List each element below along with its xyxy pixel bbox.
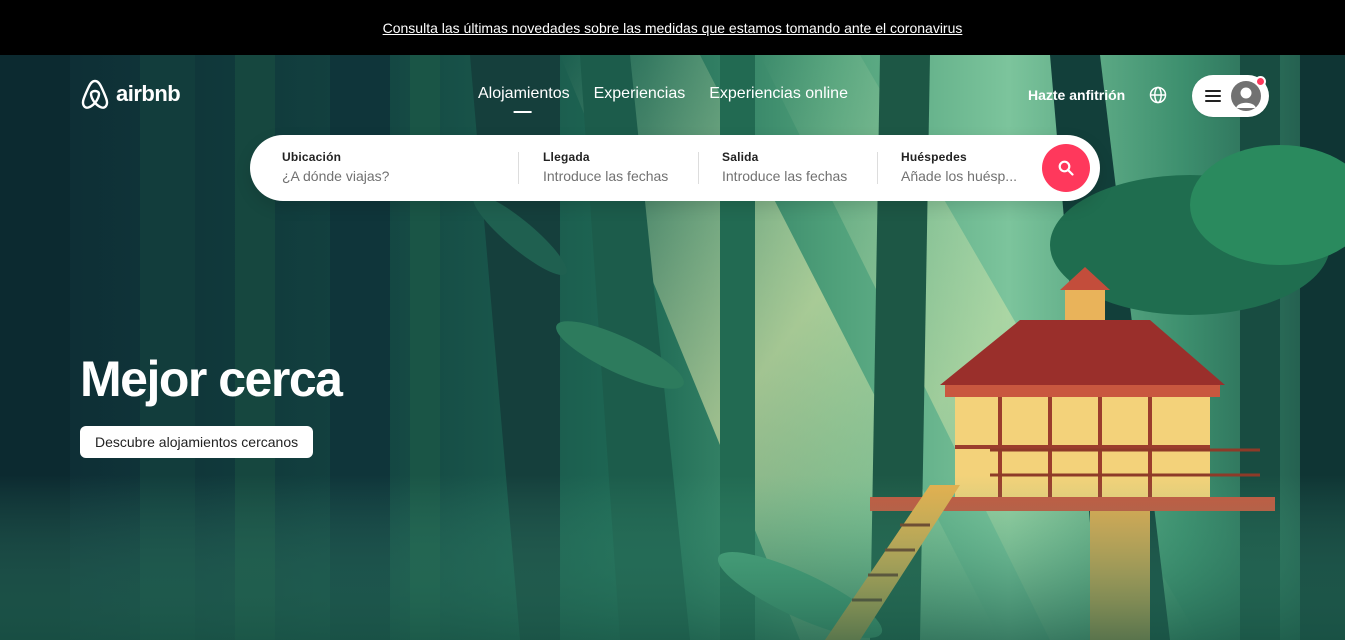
top-navigation: airbnb Alojamientos Experiencias Experie… xyxy=(0,55,1345,135)
guests-input[interactable]: Añade los huésp... xyxy=(901,168,1026,184)
tab-experiencias-online[interactable]: Experiencias online xyxy=(701,83,864,113)
search-icon xyxy=(1058,160,1074,176)
checkout-label: Salida xyxy=(722,150,759,164)
divider xyxy=(877,152,878,184)
checkout-input[interactable]: Introduce las fechas xyxy=(722,168,872,184)
divider xyxy=(698,152,699,184)
coronavirus-info-link[interactable]: Consulta las últimas novedades sobre las… xyxy=(383,20,963,36)
airbnb-logo[interactable]: airbnb xyxy=(80,78,181,110)
hero-title: Mejor cerca xyxy=(80,351,343,407)
guests-field[interactable]: Huéspedes Añade los huésp... xyxy=(901,135,1026,201)
announcement-bar: Consulta las últimas novedades sobre las… xyxy=(0,0,1345,55)
globe-icon xyxy=(1149,86,1167,104)
guests-label: Huéspedes xyxy=(901,150,967,164)
checkout-field[interactable]: Salida Introduce las fechas xyxy=(722,135,872,201)
become-host-link[interactable]: Hazte anfitrión xyxy=(1028,87,1125,103)
checkin-input[interactable]: Introduce las fechas xyxy=(543,168,693,184)
language-button[interactable] xyxy=(1148,85,1168,105)
location-input[interactable]: ¿A dónde viajas? xyxy=(282,168,512,184)
location-field[interactable]: Ubicación ¿A dónde viajas? xyxy=(282,135,512,201)
logo-text: airbnb xyxy=(116,81,181,106)
location-label: Ubicación xyxy=(282,150,342,164)
nearby-stays-button[interactable]: Descubre alojamientos cercanos xyxy=(80,426,314,458)
tab-experiencias[interactable]: Experiencias xyxy=(586,83,702,113)
notification-dot xyxy=(1255,76,1266,87)
tab-alojamientos[interactable]: Alojamientos xyxy=(470,83,586,113)
search-bar: Ubicación ¿A dónde viajas? Llegada Intro… xyxy=(250,135,1100,201)
checkin-field[interactable]: Llegada Introduce las fechas xyxy=(543,135,693,201)
checkin-label: Llegada xyxy=(543,150,590,164)
airbnb-belo-icon xyxy=(81,79,109,109)
search-button[interactable] xyxy=(1042,144,1090,192)
nav-tabs: Alojamientos Experiencias Experiencias o… xyxy=(470,83,864,113)
hamburger-icon xyxy=(1205,90,1221,102)
divider xyxy=(518,152,519,184)
